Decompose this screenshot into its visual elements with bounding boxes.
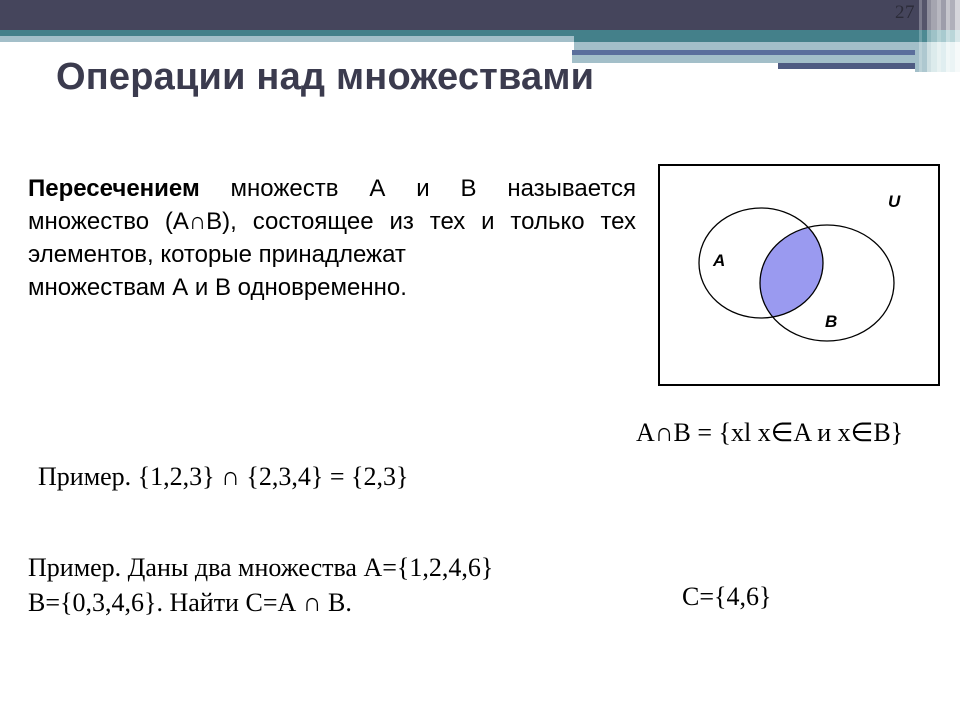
example-two-line-1: Пример. Даны два множества А={1,2,4,6} <box>28 553 494 582</box>
definition-keyword: Пересечением <box>28 175 200 202</box>
header-vertical-stripes <box>915 0 960 72</box>
header-rule-light <box>572 55 960 63</box>
header-rule-navy <box>572 50 942 55</box>
intersection-definition-formula: A∩B = {xl x∈A и x∈B} <box>636 418 904 447</box>
example-two-line-2: В={0,3,4,6}. Найти С=А ∩ В. <box>28 588 352 617</box>
example-two-block: Пример. Даны два множества А={1,2,4,6} В… <box>28 550 493 620</box>
header-stripe-9 <box>955 0 960 72</box>
header-band-left-lightblue <box>0 36 574 42</box>
venn-label-universe: U <box>888 192 901 211</box>
header-band-left-teal <box>0 30 574 36</box>
definition-paragraph: Пересечением множеств А и В называется м… <box>28 172 636 304</box>
example-one-formula: Пример. {1,2,3} ∩ {2,3,4} = {2,3} <box>38 462 409 491</box>
definition-last-line: множествам А и В одновременно. <box>28 274 407 301</box>
page-title: Операции над множествами <box>56 56 595 98</box>
example-two-answer: С={4,6} <box>682 582 772 611</box>
header-band-dark <box>0 0 960 30</box>
venn-label-set-b: B <box>825 312 838 331</box>
venn-diagram: U A B <box>658 164 940 386</box>
slide-canvas: 27 Операции над множествами Пересечением… <box>0 0 960 720</box>
venn-label-set-a: A <box>713 251 726 270</box>
page-number: 27 <box>895 2 915 23</box>
